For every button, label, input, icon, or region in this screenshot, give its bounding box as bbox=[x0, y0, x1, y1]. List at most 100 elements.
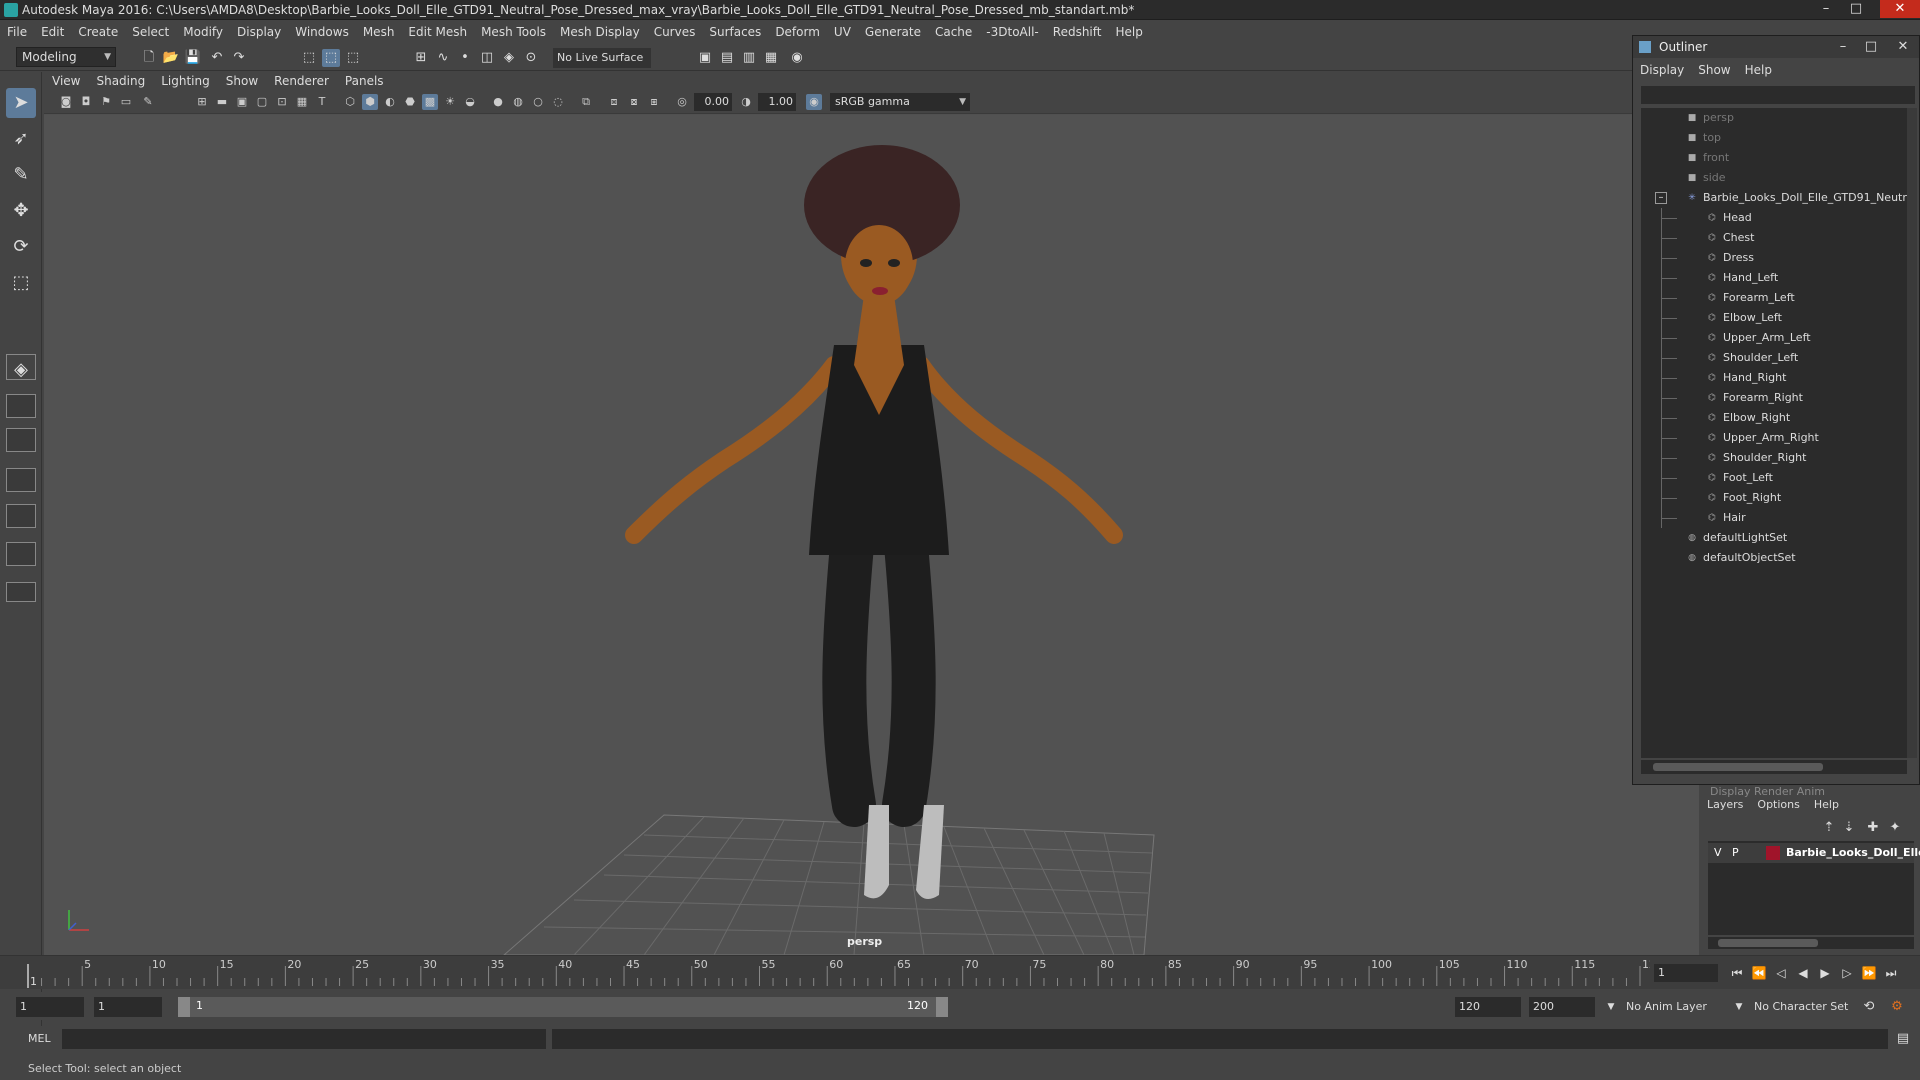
animation-preferences-icon[interactable]: ⚙ bbox=[1888, 998, 1906, 1016]
playback-start-field[interactable]: 1 bbox=[94, 997, 162, 1017]
go-to-end-icon[interactable]: ⏭ bbox=[1882, 964, 1900, 982]
play-forward-icon[interactable]: ▶ bbox=[1816, 964, 1834, 982]
outliner-item-shoulder-right[interactable]: ⌬ Shoulder_Right bbox=[1641, 448, 1907, 468]
camera-lock-icon[interactable]: ◘ bbox=[78, 94, 94, 110]
animation-start-field[interactable]: 1 bbox=[16, 997, 84, 1017]
layout-persp-outliner-icon[interactable] bbox=[6, 468, 36, 492]
xray-icon[interactable]: ⧈ bbox=[606, 94, 622, 110]
move-tool-icon[interactable]: ✥ bbox=[6, 196, 36, 226]
redo-icon[interactable]: ↷ bbox=[230, 49, 248, 67]
anim-layer-selector[interactable]: No Anim Layer bbox=[1622, 997, 1740, 1017]
viewport-menu-panels[interactable]: Panels bbox=[337, 72, 392, 90]
select-hierarchy-icon[interactable]: ⬚ bbox=[300, 49, 318, 67]
menu-redshift[interactable]: Redshift bbox=[1046, 21, 1109, 43]
exposure-field[interactable]: 0.00 bbox=[694, 93, 732, 111]
outliner-camera-persp[interactable]: ■ persp bbox=[1641, 108, 1907, 128]
play-backward-icon[interactable]: ◀ bbox=[1794, 964, 1812, 982]
layer-color-swatch[interactable] bbox=[1766, 846, 1780, 860]
range-start-handle[interactable] bbox=[178, 997, 190, 1017]
outliner-item-elbow-right[interactable]: ⌬ Elbow_Right bbox=[1641, 408, 1907, 428]
move-layer-up-icon[interactable]: ⇡ bbox=[1820, 819, 1838, 837]
menu-3dtoall[interactable]: -3DtoAll- bbox=[979, 21, 1045, 43]
character-set-selector[interactable]: No Character Set bbox=[1750, 997, 1870, 1017]
outliner-item-upper-arm-right[interactable]: ⌬ Upper_Arm_Right bbox=[1641, 428, 1907, 448]
layer-playback-toggle[interactable]: P bbox=[1732, 843, 1739, 863]
layout-custom-icon[interactable] bbox=[6, 582, 36, 602]
viewport-menu-lighting[interactable]: Lighting bbox=[153, 72, 218, 90]
menu-curves[interactable]: Curves bbox=[647, 21, 703, 43]
outliner-root-group[interactable]: ✳ Barbie_Looks_Doll_Elle_GTD91_Neutral_ – bbox=[1641, 188, 1907, 208]
script-editor-icon[interactable]: ▤ bbox=[1894, 1030, 1912, 1048]
outliner-item-shoulder-left[interactable]: ⌬ Shoulder_Left bbox=[1641, 348, 1907, 368]
outliner-item-upper-arm-left[interactable]: ⌬ Upper_Arm_Left bbox=[1641, 328, 1907, 348]
layer-row[interactable]: V P Barbie_Looks_Doll_Elle_G bbox=[1708, 843, 1920, 863]
outliner-menu-show[interactable]: Show bbox=[1691, 60, 1737, 80]
outliner-item-hair[interactable]: ⌬ Hair bbox=[1641, 508, 1907, 528]
chevron-down-icon[interactable]: ▼ bbox=[1602, 998, 1620, 1016]
outliner-item-hand-left[interactable]: ⌬ Hand_Left bbox=[1641, 268, 1907, 288]
outliner-set-defaultObjectSet[interactable]: ◍ defaultObjectSet bbox=[1641, 548, 1907, 568]
step-back-frame-icon[interactable]: ◁ bbox=[1772, 964, 1790, 982]
color-management-icon[interactable]: ◉ bbox=[806, 94, 822, 110]
range-end-handle[interactable] bbox=[936, 997, 948, 1017]
exposure-icon[interactable]: ◎ bbox=[674, 94, 690, 110]
layers-menu-options[interactable]: Options bbox=[1750, 795, 1806, 815]
gamma-icon[interactable]: ◑ bbox=[738, 94, 754, 110]
render-view-icon[interactable]: ▦ bbox=[762, 49, 780, 67]
layout-hypershade-icon[interactable] bbox=[6, 542, 36, 566]
select-component-icon[interactable]: ⬚ bbox=[344, 49, 362, 67]
outliner-item-forearm-left[interactable]: ⌬ Forearm_Left bbox=[1641, 288, 1907, 308]
outliner-menu-help[interactable]: Help bbox=[1738, 60, 1779, 80]
outliner-minimize-button[interactable]: – bbox=[1829, 38, 1857, 56]
menu-select[interactable]: Select bbox=[125, 21, 176, 43]
outliner-item-hand-right[interactable]: ⌬ Hand_Right bbox=[1641, 368, 1907, 388]
outliner-maximize-button[interactable]: □ bbox=[1857, 38, 1885, 56]
xray-joints-icon[interactable]: ⧇ bbox=[626, 94, 642, 110]
current-time-marker[interactable] bbox=[27, 964, 29, 988]
new-scene-icon[interactable]: 🗋 bbox=[140, 49, 158, 67]
scene-view[interactable]: persp bbox=[44, 115, 1699, 955]
layout-persp-graph-icon[interactable] bbox=[6, 504, 36, 528]
step-forward-frame-icon[interactable]: ▷ bbox=[1838, 964, 1856, 982]
step-back-key-icon[interactable]: ⏪ bbox=[1750, 964, 1768, 982]
viewport-menu-shading[interactable]: Shading bbox=[88, 72, 153, 90]
go-to-start-icon[interactable]: ⏮ bbox=[1728, 964, 1746, 982]
smooth-shade-icon[interactable]: ⬢ bbox=[362, 94, 378, 110]
shadows-icon[interactable]: ◒ bbox=[462, 94, 478, 110]
menu-uv[interactable]: UV bbox=[827, 21, 858, 43]
layer-visibility-toggle[interactable]: V bbox=[1714, 843, 1722, 863]
outliner-close-button[interactable]: ✕ bbox=[1889, 38, 1917, 56]
outliner-camera-side[interactable]: ■ side bbox=[1641, 168, 1907, 188]
outliner-item-foot-left[interactable]: ⌬ Foot_Left bbox=[1641, 468, 1907, 488]
render-settings-icon[interactable]: ▣ bbox=[696, 49, 714, 67]
outliner-filter-field[interactable] bbox=[1641, 86, 1915, 104]
select-object-icon[interactable]: ⬚ bbox=[322, 49, 340, 67]
hypershade-icon[interactable]: ◉ bbox=[788, 49, 806, 67]
textured-icon[interactable]: ▩ bbox=[422, 94, 438, 110]
close-button[interactable]: ✕ bbox=[1880, 0, 1920, 18]
bookmark-icon[interactable]: ⚑ bbox=[98, 94, 114, 110]
outliner-item-foot-right[interactable]: ⌬ Foot_Right bbox=[1641, 488, 1907, 508]
menu-mesh-display[interactable]: Mesh Display bbox=[553, 21, 647, 43]
menu-set-selector[interactable]: Modeling ▼ bbox=[16, 47, 116, 67]
live-surface-field[interactable]: No Live Surface bbox=[553, 48, 651, 68]
select-tool-icon[interactable]: ➤ bbox=[6, 88, 36, 118]
show-manipulator-icon[interactable]: ◈ bbox=[6, 354, 36, 380]
snap-view-icon[interactable]: ◫ bbox=[478, 49, 496, 67]
time-slider[interactable]: 1 5 10 15 20 25 30 35 40 45 50 55 60 65 70 75 80 85 90 95 10… bbox=[0, 955, 1920, 989]
grease-pencil-icon[interactable]: ✎ bbox=[140, 94, 156, 110]
layers-menu-layers[interactable]: Layers bbox=[1700, 795, 1750, 815]
default-material-icon[interactable]: ◐ bbox=[382, 94, 398, 110]
animation-end-field[interactable]: 200 bbox=[1529, 997, 1595, 1017]
current-frame-field[interactable]: 1 bbox=[1654, 964, 1718, 982]
gamma-field[interactable]: 1.00 bbox=[758, 93, 796, 111]
ambient-occlusion-icon[interactable]: ● bbox=[490, 94, 506, 110]
use-all-lights-icon[interactable]: ☀ bbox=[442, 94, 458, 110]
safe-action-icon[interactable]: ▦ bbox=[294, 94, 310, 110]
playback-end-field[interactable]: 120 bbox=[1455, 997, 1521, 1017]
outliner-title-bar[interactable]: Outliner – □ ✕ bbox=[1633, 36, 1919, 58]
new-layer-from-selection-icon[interactable]: ✦ bbox=[1886, 819, 1904, 837]
layout-four-view-icon[interactable] bbox=[6, 394, 36, 418]
lasso-tool-icon[interactable]: ➶ bbox=[6, 124, 36, 154]
layer-horizontal-scrollbar[interactable] bbox=[1708, 937, 1914, 949]
